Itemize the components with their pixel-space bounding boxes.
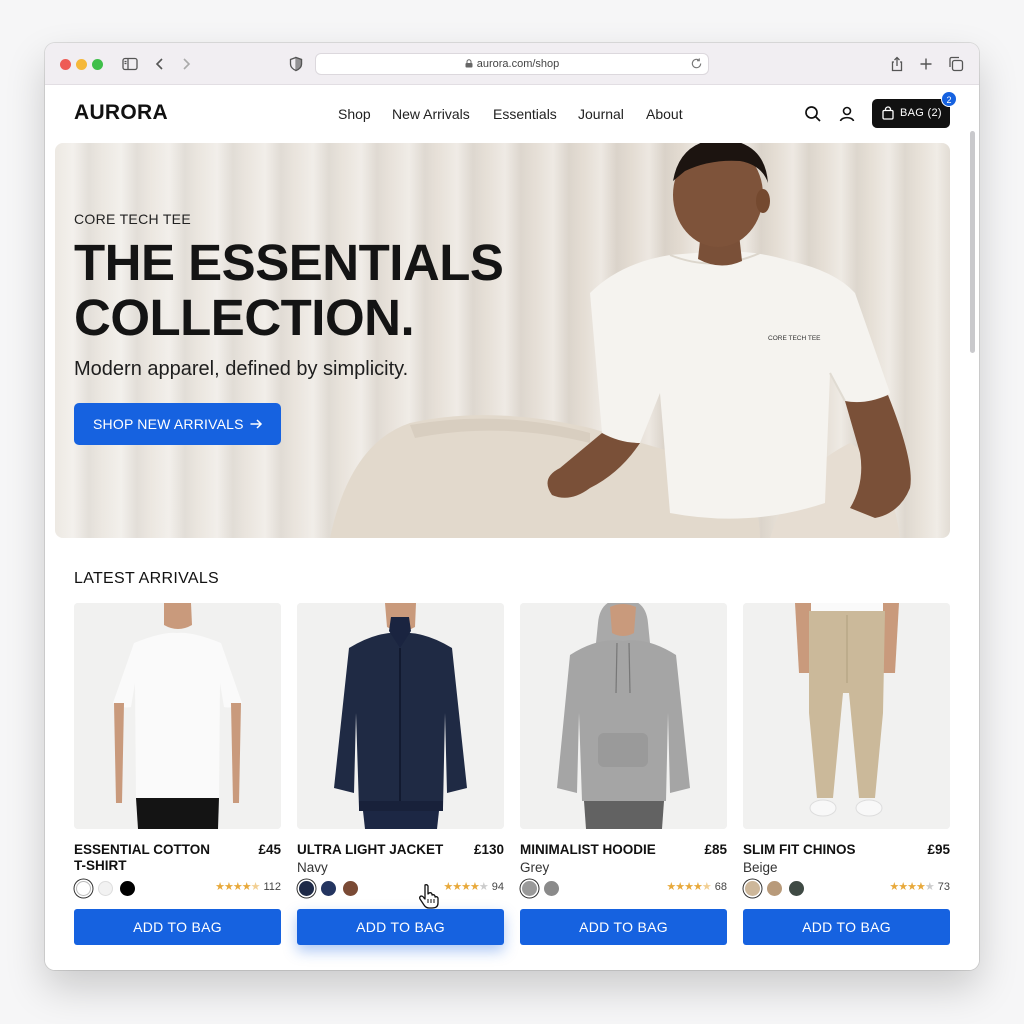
nav-link-journal[interactable]: Journal	[578, 106, 624, 122]
color-swatch-black[interactable]	[120, 881, 135, 896]
address-bar[interactable]: aurora.com/shop	[315, 53, 709, 75]
color-swatch-off-white[interactable]	[98, 881, 113, 896]
browser-window: aurora.com/shop AURORA Shop New Arrivals…	[45, 43, 979, 970]
hero-banner: CORE TECH TEE CORE TECH TEE THE ESSENTIA…	[55, 143, 950, 538]
color-swatch-white[interactable]	[76, 881, 91, 896]
hero-title: THE ESSENTIALS COLLECTION.	[74, 234, 504, 346]
hero-eyebrow: CORE TECH TEE	[74, 211, 191, 227]
color-swatch-brown[interactable]	[343, 881, 358, 896]
product-price: £45	[258, 842, 281, 857]
product-rating: ★★★★★ 112	[215, 880, 281, 893]
shirt-print-text: CORE TECH TEE	[768, 335, 821, 342]
lock-icon	[465, 59, 473, 68]
review-count: 73	[937, 881, 950, 893]
product-color: Grey	[520, 860, 550, 875]
color-swatch-tan[interactable]	[767, 881, 782, 896]
browser-toolbar: aurora.com/shop	[45, 43, 979, 85]
product-card[interactable]: SLIM FIT CHINOS £95 Beige ★★★★★ 73 ADD TO…	[743, 603, 950, 948]
page-scrollbar[interactable]	[970, 131, 975, 353]
color-swatch-grey[interactable]	[522, 881, 537, 896]
product-rating: ★★★★★ 73	[889, 880, 950, 893]
review-count: 112	[263, 881, 281, 893]
product-card[interactable]: ULTRA LIGHT JACKET £130 Navy ★★★★★ 94 ADD…	[297, 603, 504, 948]
share-icon[interactable]	[888, 55, 906, 73]
nav-link-about[interactable]: About	[646, 106, 683, 122]
bag-label: BAG (2)	[900, 107, 942, 119]
hand-pointer-cursor-icon	[419, 884, 439, 909]
product-name[interactable]: ULTRA LIGHT JACKET	[297, 842, 447, 858]
product-card[interactable]: ESSENTIAL COTTON T-SHIRT £45 ★★★★★ 112 AD…	[74, 603, 281, 948]
product-image[interactable]	[74, 603, 281, 829]
star-rating-icon: ★★★★★	[666, 881, 711, 893]
account-icon[interactable]	[837, 104, 857, 124]
url-text: aurora.com/shop	[476, 58, 560, 70]
minimize-window-button[interactable]	[76, 59, 87, 70]
add-to-bag-button[interactable]: ADD TO BAG	[74, 909, 281, 945]
new-tab-icon[interactable]	[917, 55, 935, 73]
product-rating: ★★★★★ 94	[443, 880, 504, 893]
nav-link-essentials[interactable]: Essentials	[493, 106, 557, 122]
arrow-right-icon	[249, 417, 263, 431]
product-image[interactable]	[520, 603, 727, 829]
nav-link-shop[interactable]: Shop	[338, 106, 371, 122]
product-price: £85	[704, 842, 727, 857]
star-rating-icon: ★★★★★	[215, 881, 260, 893]
privacy-shield-icon[interactable]	[287, 55, 305, 73]
section-title: LATEST ARRIVALS	[74, 570, 219, 587]
product-image[interactable]	[743, 603, 950, 829]
color-swatch-olive[interactable]	[789, 881, 804, 896]
product-price: £95	[927, 842, 950, 857]
product-name[interactable]: SLIM FIT CHINOS	[743, 842, 893, 858]
brand-logo[interactable]: AURORA	[74, 101, 168, 125]
add-to-bag-button[interactable]: ADD TO BAG	[297, 909, 504, 945]
shop-new-arrivals-button[interactable]: SHOP NEW ARRIVALS	[74, 403, 281, 445]
color-swatch-blue[interactable]	[321, 881, 336, 896]
product-image[interactable]	[297, 603, 504, 829]
close-window-button[interactable]	[60, 59, 71, 70]
star-rating-icon: ★★★★★	[443, 881, 488, 893]
web-page: AURORA Shop New Arrivals Essentials Jour…	[45, 85, 979, 970]
sidebar-toggle-icon[interactable]	[121, 55, 139, 73]
reload-icon[interactable]	[690, 57, 703, 70]
star-rating-icon: ★★★★★	[889, 881, 934, 893]
bag-count-badge: 2	[941, 91, 957, 107]
color-swatch-dark-grey[interactable]	[544, 881, 559, 896]
nav-link-new-arrivals[interactable]: New Arrivals	[392, 106, 470, 122]
tab-overview-icon[interactable]	[947, 55, 965, 73]
hero-subtitle: Modern apparel, defined by simplicity.	[74, 358, 409, 380]
product-card[interactable]: MINIMALIST HOODIE £85 Grey ★★★★★ 68 ADD T…	[520, 603, 727, 948]
zoom-window-button[interactable]	[92, 59, 103, 70]
color-swatch-navy[interactable]	[299, 881, 314, 896]
shopping-bag-icon	[882, 106, 894, 120]
product-name[interactable]: MINIMALIST HOODIE	[520, 842, 670, 858]
review-count: 94	[491, 881, 504, 893]
review-count: 68	[714, 881, 727, 893]
forward-arrow-icon[interactable]	[177, 55, 195, 73]
add-to-bag-button[interactable]: ADD TO BAG	[520, 909, 727, 945]
product-color: Navy	[297, 860, 328, 875]
cta-label: SHOP NEW ARRIVALS	[93, 416, 244, 432]
product-name[interactable]: ESSENTIAL COTTON T-SHIRT	[74, 842, 224, 874]
bag-button[interactable]: BAG (2)	[872, 99, 950, 128]
color-swatch-beige[interactable]	[745, 881, 760, 896]
back-arrow-icon[interactable]	[151, 55, 169, 73]
product-price: £130	[473, 842, 504, 857]
add-to-bag-button[interactable]: ADD TO BAG	[743, 909, 950, 945]
search-icon[interactable]	[803, 104, 823, 124]
product-color: Beige	[743, 860, 778, 875]
product-rating: ★★★★★ 68	[666, 880, 727, 893]
